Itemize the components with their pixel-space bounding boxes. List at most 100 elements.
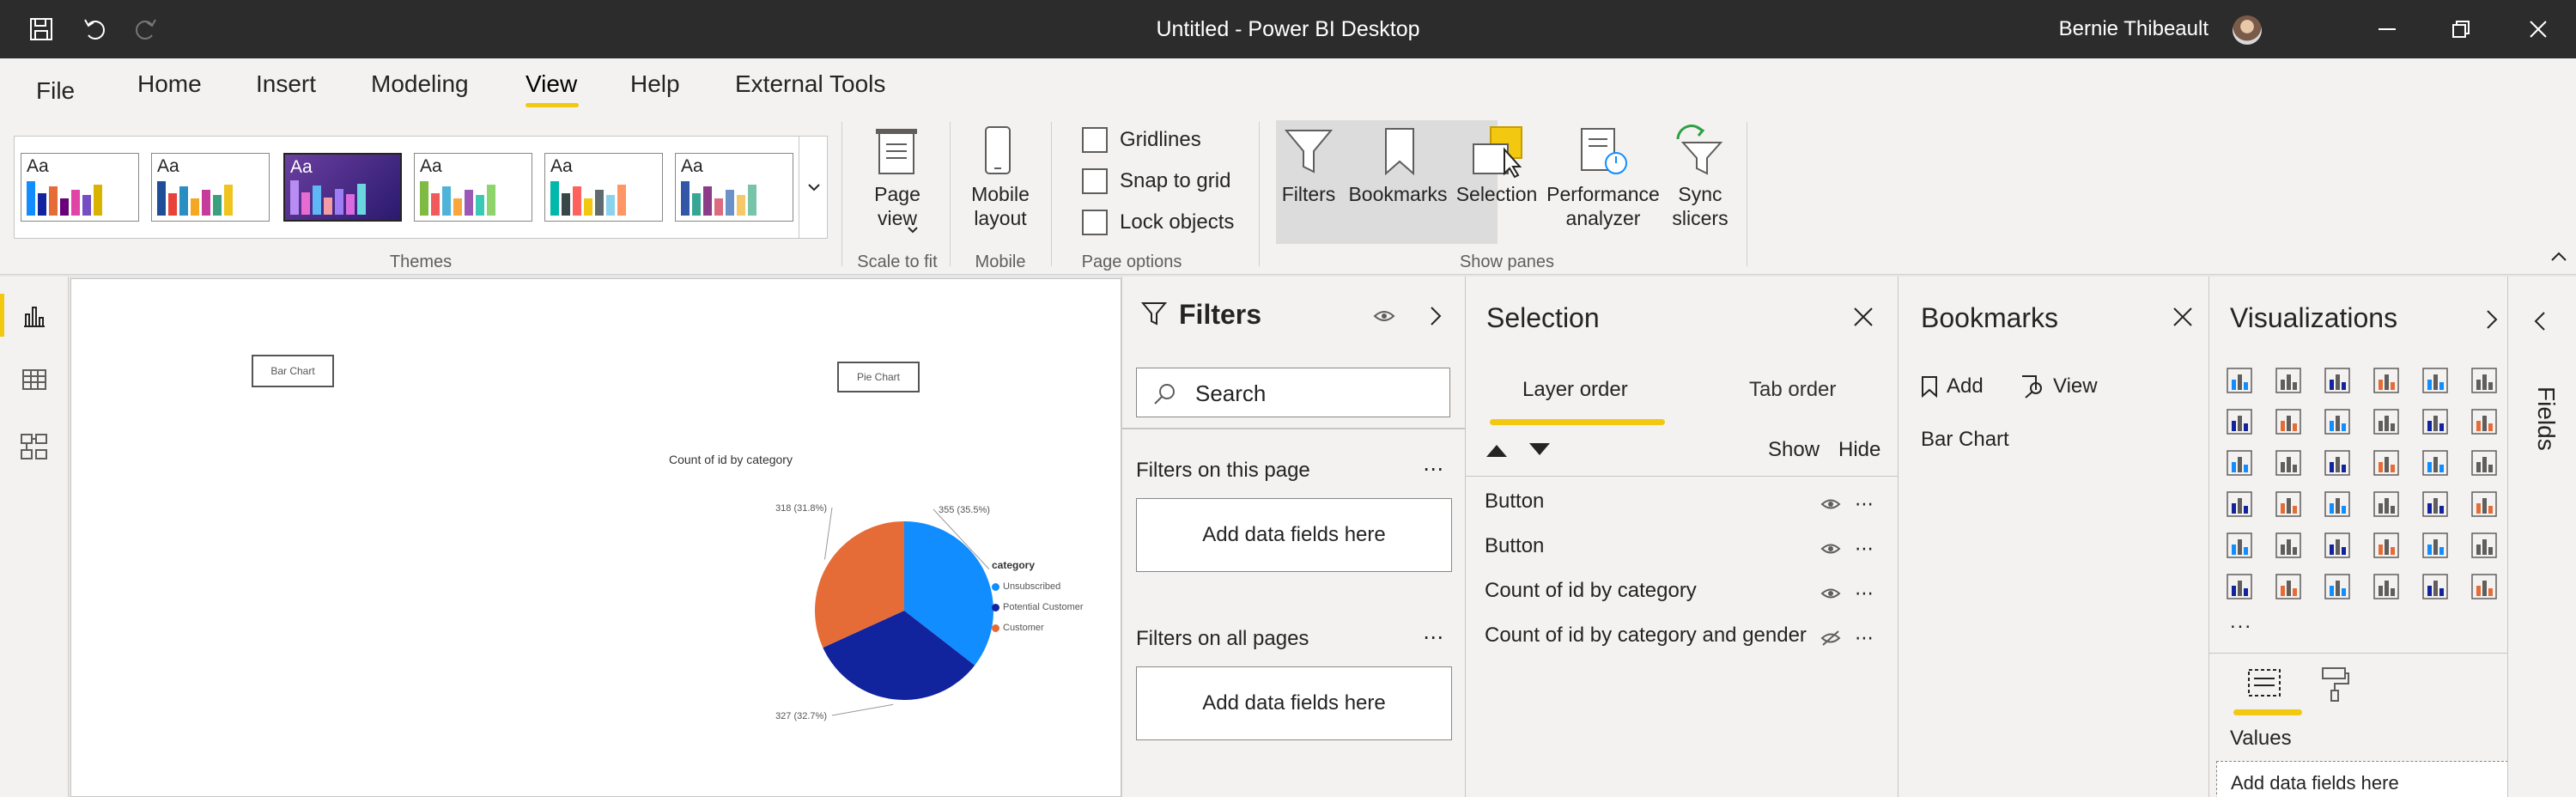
- eye-hidden-icon[interactable]: [1820, 630, 1841, 646]
- checkbox-box[interactable]: [1082, 127, 1108, 153]
- theme-thumbnail[interactable]: Aa: [21, 153, 139, 222]
- line-column-icon[interactable]: [2372, 407, 2401, 436]
- card-icon[interactable]: [2421, 490, 2450, 519]
- data-view-icon[interactable]: [21, 366, 48, 398]
- 100-column-icon[interactable]: [2470, 366, 2499, 395]
- fields-tab-label[interactable]: Fields: [2532, 386, 2560, 451]
- theme-thumbnail-selected[interactable]: Aa: [283, 153, 402, 222]
- move-up-icon[interactable]: [1485, 441, 1509, 463]
- theme-thumbnail[interactable]: Aa: [151, 153, 270, 222]
- eye-icon[interactable]: [1373, 307, 1395, 329]
- more-options-icon[interactable]: ⋯: [1423, 457, 1443, 482]
- menu-insert[interactable]: Insert: [256, 70, 316, 98]
- qa-icon[interactable]: [2323, 572, 2352, 601]
- undo-icon[interactable]: [79, 14, 110, 45]
- 100-bar-icon[interactable]: [2421, 366, 2450, 395]
- report-view-icon[interactable]: [21, 302, 48, 334]
- minimize-icon[interactable]: [2366, 10, 2408, 48]
- menu-view[interactable]: View: [526, 70, 577, 98]
- fields-well-icon[interactable]: [2245, 665, 2283, 707]
- eye-icon[interactable]: [1820, 496, 1841, 512]
- slicer-icon[interactable]: [2274, 531, 2303, 560]
- table-icon[interactable]: [2323, 531, 2352, 560]
- menu-help[interactable]: Help: [630, 70, 680, 98]
- close-icon[interactable]: [1852, 306, 1874, 332]
- snap-to-grid-checkbox[interactable]: Snap to grid: [1082, 168, 1230, 194]
- theme-thumbnail[interactable]: Aa: [544, 153, 663, 222]
- decomposition-tree-icon[interactable]: [2274, 572, 2303, 601]
- checkbox-box[interactable]: [1082, 210, 1108, 235]
- selection-row-chart-hidden[interactable]: Count of id by category and gender: [1485, 624, 1807, 648]
- fields-pane-collapsed[interactable]: Fields: [2507, 277, 2576, 797]
- smart-narrative-icon[interactable]: [2372, 572, 2401, 601]
- collapse-visualizations-chevron-icon[interactable]: [2486, 309, 2498, 334]
- r-visual-icon[interactable]: [2421, 531, 2450, 560]
- menu-home[interactable]: Home: [137, 70, 202, 98]
- more-visuals-icon[interactable]: ...: [2230, 610, 2252, 634]
- tab-tab-order[interactable]: Tab order: [1749, 378, 1836, 402]
- values-well[interactable]: Add data fields here: [2216, 761, 2508, 797]
- theme-thumbnail[interactable]: Aa: [414, 153, 532, 222]
- selection-pane-button[interactable]: Selection: [1451, 182, 1542, 206]
- view-bookmarks-button[interactable]: View: [2020, 374, 2098, 398]
- user-name[interactable]: Bernie Thibeault: [2059, 0, 2208, 58]
- stacked-column-icon[interactable]: [2274, 366, 2303, 395]
- restore-icon[interactable]: [2440, 10, 2482, 48]
- filters-search-input[interactable]: Search: [1136, 368, 1450, 417]
- area-icon[interactable]: [2274, 407, 2303, 436]
- waterfall-icon[interactable]: [2470, 407, 2499, 436]
- legend-item[interactable]: Customer: [992, 618, 1084, 638]
- more-options-icon[interactable]: ⋯: [1855, 493, 1874, 515]
- selection-row-button[interactable]: Button: [1485, 490, 1544, 514]
- eye-icon[interactable]: [1820, 586, 1841, 601]
- collapse-ribbon-chevron-icon[interactable]: [2550, 251, 2567, 266]
- gauge-icon[interactable]: [2372, 490, 2401, 519]
- clustered-bar-icon[interactable]: [2323, 366, 2352, 395]
- filters-on-page-well[interactable]: Add data fields here: [1136, 498, 1452, 572]
- sync-slicers-button[interactable]: Sync slicers: [1661, 182, 1740, 230]
- checkbox-box[interactable]: [1082, 168, 1108, 194]
- azure-map-icon[interactable]: [2323, 490, 2352, 519]
- map-icon[interactable]: [2470, 448, 2499, 478]
- lock-objects-checkbox[interactable]: Lock objects: [1082, 210, 1234, 235]
- bookmarks-pane-button[interactable]: Bookmarks: [1345, 182, 1451, 206]
- avatar[interactable]: [2233, 15, 2262, 45]
- power-apps-icon[interactable]: [2470, 572, 2499, 601]
- pie-chart-canvas-button[interactable]: Pie Chart: [837, 362, 920, 392]
- shape-map-icon[interactable]: [2274, 490, 2303, 519]
- theme-thumbnail[interactable]: Aa: [675, 153, 793, 222]
- scatter-icon[interactable]: [2274, 448, 2303, 478]
- report-canvas[interactable]: Bar Chart Pie Chart Count of id by categ…: [70, 278, 1121, 797]
- move-down-icon[interactable]: [1528, 441, 1552, 463]
- funnel-icon[interactable]: [2225, 448, 2254, 478]
- redo-icon[interactable]: [131, 14, 161, 45]
- collapse-filters-chevron-icon[interactable]: [1430, 306, 1442, 331]
- model-view-icon[interactable]: [19, 431, 50, 466]
- more-options-icon[interactable]: ⋯: [1855, 538, 1874, 560]
- menu-file[interactable]: File: [36, 77, 75, 105]
- mobile-layout-button[interactable]: Mobile layout: [955, 182, 1046, 230]
- close-icon[interactable]: [2172, 306, 2194, 332]
- pie-icon[interactable]: [2323, 448, 2352, 478]
- themes-expand-chevron-icon[interactable]: [799, 136, 828, 239]
- close-icon[interactable]: [2518, 10, 2559, 48]
- selection-row-button[interactable]: Button: [1485, 534, 1544, 558]
- more-options-icon[interactable]: ⋯: [1855, 627, 1874, 649]
- kpi-icon[interactable]: [2225, 531, 2254, 560]
- more-options-icon[interactable]: ⋯: [1423, 625, 1443, 650]
- paginated-report-icon[interactable]: [2421, 572, 2450, 601]
- menu-external-tools[interactable]: External Tools: [735, 70, 885, 98]
- filters-on-all-pages-well[interactable]: Add data fields here: [1136, 666, 1452, 740]
- python-visual-icon[interactable]: [2470, 531, 2499, 560]
- line-icon[interactable]: [2225, 407, 2254, 436]
- donut-icon[interactable]: [2372, 448, 2401, 478]
- format-paint-roller-icon[interactable]: [2316, 665, 2354, 707]
- stacked-bar-icon[interactable]: [2225, 366, 2254, 395]
- tab-layer-order[interactable]: Layer order: [1522, 378, 1628, 402]
- menu-modeling[interactable]: Modeling: [371, 70, 469, 98]
- filters-pane-button[interactable]: Filters: [1276, 182, 1341, 206]
- gridlines-checkbox[interactable]: Gridlines: [1082, 127, 1201, 153]
- page-view-chevron-icon[interactable]: [907, 223, 919, 239]
- page-view-button[interactable]: Page view: [859, 182, 936, 230]
- expand-fields-chevron-icon[interactable]: [2534, 311, 2546, 336]
